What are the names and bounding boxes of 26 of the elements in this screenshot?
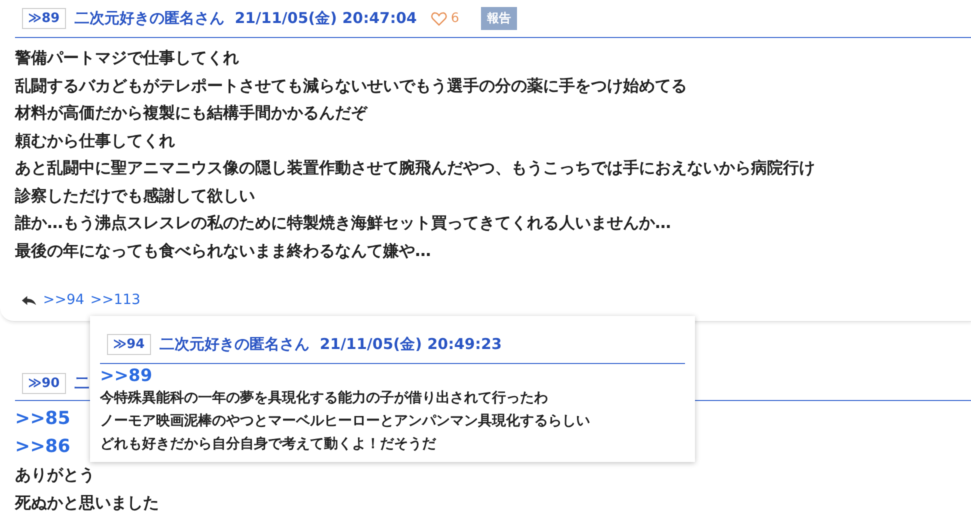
poster-name: 二 xyxy=(74,374,90,392)
like-count: 6 xyxy=(450,11,460,26)
post-date: 21/11/05(金) 20:47:04 xyxy=(234,9,417,28)
reply-link[interactable]: >>89 xyxy=(100,365,685,387)
post-text: 誰か…もう沸点スレスレの私のために特製焼き海鮮セット買ってきてくれる人いませんか… xyxy=(15,212,672,234)
post-text: 今特殊異能科の一年の夢を具現化する能力の子が借り出されて行ったわ xyxy=(100,389,549,408)
post-text: 頼むから仕事してくれ xyxy=(15,130,176,152)
post-number[interactable]: ≫89 xyxy=(22,8,66,29)
reply-icon[interactable] xyxy=(21,294,37,306)
post-number[interactable]: ≫94 xyxy=(107,334,151,355)
post-text: 死ぬかと思いました xyxy=(15,492,160,514)
post-text: 材料が高価だから複製にも結構手間かかるんだぞ xyxy=(15,102,369,124)
post-date: 21/11/05(金) 20:49:23 xyxy=(320,335,502,354)
post-text: 診察しただけでも感謝して欲しい xyxy=(15,184,256,206)
post-number[interactable]: ≫90 xyxy=(22,372,66,394)
post-text: ありがとう xyxy=(15,464,96,486)
post-text: 乱闘するバカどもがテレポートさせても減らないせいでもう選手の分の薬に手をつけ始めてる xyxy=(15,74,688,96)
poster-name: 二次元好きの匿名さん xyxy=(160,335,310,354)
post-text: あと乱闘中に聖アニマニウス像の隠し装置作動させて腕飛んだやつ、もうこっちでは手におえないから病院行け xyxy=(15,157,816,179)
poster-name: 二次元好きの匿名さん xyxy=(74,9,225,28)
reply-link[interactable]: >>94 xyxy=(43,292,84,308)
reply-link[interactable]: >>113 xyxy=(90,292,140,308)
post-text: 警備パートマジで仕事してくれ xyxy=(15,47,240,69)
post-text: 最後の年になっても食べられないまま終わるなんて嫌や… xyxy=(15,240,432,262)
post-text: ノーモア映画泥棒のやつとマーベルヒーローとアンパンマン具現化するらしい xyxy=(100,412,591,431)
post-text: どれも好きだから自分自身で考えて動くよ！だそうだ xyxy=(100,435,438,454)
